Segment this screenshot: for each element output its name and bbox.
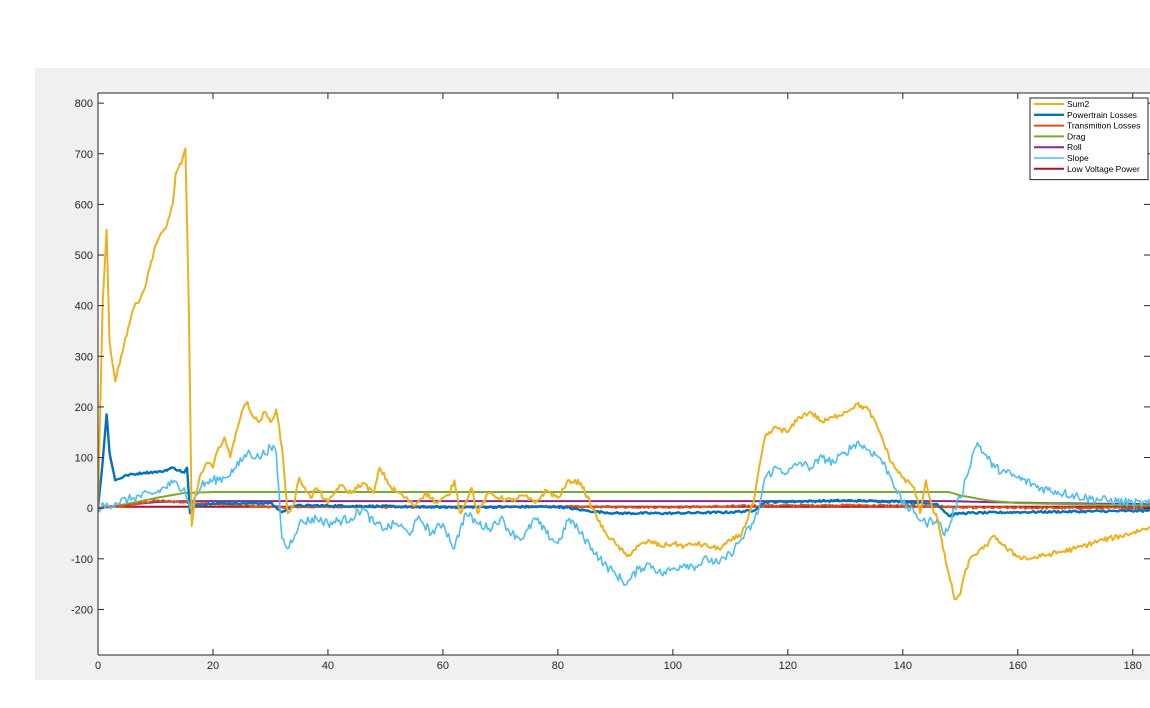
x-tick-label: 0 (95, 660, 101, 672)
legend-label: Slope (1067, 153, 1089, 163)
x-tick-label: 160 (1009, 660, 1027, 672)
legend-label: Drag (1067, 131, 1086, 141)
x-tick-label: 80 (552, 660, 564, 672)
y-tick-label: 300 (75, 351, 93, 363)
legend-label: Powertrain Losses (1067, 110, 1137, 120)
x-tick-label: 140 (894, 660, 912, 672)
y-tick-label: -100 (71, 554, 93, 566)
x-tick-label: 180 (1124, 660, 1142, 672)
x-tick-label: 60 (437, 660, 449, 672)
legend-label: Sum2 (1067, 99, 1089, 109)
y-tick-label: 200 (75, 402, 93, 414)
chart-figure: 0 20 40 60 80 100 120 140 160 180 -200 -100 0 100 200 3… (0, 0, 1150, 708)
y-tick-label: 600 (75, 199, 93, 211)
x-tick-label: 40 (322, 660, 334, 672)
x-tick-label: 20 (207, 660, 219, 672)
y-tick-label: 0 (87, 503, 93, 515)
plot-area (98, 93, 1150, 655)
legend: Sum2Powertrain LossesTransmition LossesD… (1029, 97, 1149, 181)
y-tick-label: 100 (75, 453, 93, 465)
x-tick-label: 120 (779, 660, 797, 672)
x-tick-label: 100 (664, 660, 682, 672)
y-tick-label: 500 (75, 250, 93, 262)
y-tick-label: 800 (75, 98, 93, 110)
legend-label: Transmition Losses (1067, 121, 1140, 131)
y-tick-label: 400 (75, 301, 93, 313)
y-tick-label: 700 (75, 149, 93, 161)
y-tick-label: -200 (71, 604, 93, 616)
legend-label: Roll (1067, 142, 1082, 152)
legend-label: Low Voltage Power (1067, 164, 1140, 174)
